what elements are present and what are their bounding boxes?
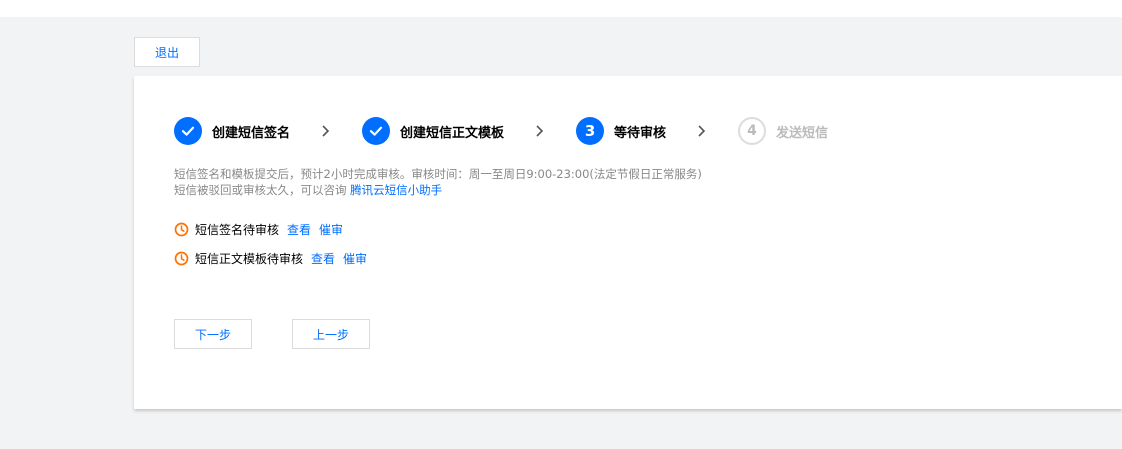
stepper: 创建短信签名 创建短信正文模板 3 等待审核 4 发送短信 — [174, 117, 828, 145]
view-signature-link[interactable]: 查看 — [287, 221, 311, 238]
urge-template-link[interactable]: 催审 — [343, 250, 367, 267]
check-icon — [174, 117, 202, 145]
step-label: 创建短信签名 — [212, 125, 291, 141]
clock-icon — [174, 251, 189, 266]
status-label: 短信签名待审核 — [195, 223, 280, 237]
step-label: 发送短信 — [776, 125, 829, 141]
step-label: 等待审核 — [614, 125, 667, 141]
next-step-button[interactable]: 下一步 — [174, 319, 252, 349]
urge-signature-link[interactable]: 催审 — [319, 221, 343, 238]
template-status-row: 短信正文模板待审核 查看 催审 — [174, 250, 367, 267]
step-label: 创建短信正文模板 — [400, 125, 505, 141]
top-bar — [0, 0, 1122, 17]
step-create-template: 创建短信正文模板 — [362, 117, 504, 145]
chevron-right-icon — [666, 124, 738, 138]
review-info: 短信签名和模板提交后，预计2小时完成审核。审核时间：周一至周日9:00-23:0… — [174, 166, 702, 198]
chevron-right-icon — [290, 124, 362, 138]
exit-button[interactable]: 退出 — [134, 37, 200, 67]
consult-prefix: 短信被驳回或审核太久，可以咨询 — [174, 183, 347, 197]
signature-status-row: 短信签名待审核 查看 催审 — [174, 221, 343, 238]
consult-text: 短信被驳回或审核太久，可以咨询 腾讯云短信小助手 — [174, 182, 702, 198]
step-number: 4 — [738, 117, 767, 145]
step-create-signature: 创建短信签名 — [174, 117, 290, 145]
prev-step-button[interactable]: 上一步 — [292, 319, 370, 349]
check-icon — [362, 117, 391, 145]
view-template-link[interactable]: 查看 — [311, 250, 335, 267]
status-label: 短信正文模板待审核 — [195, 252, 304, 266]
review-time-text: 短信签名和模板提交后，预计2小时完成审核。审核时间：周一至周日9:00-23:0… — [174, 167, 702, 181]
step-number: 3 — [576, 117, 605, 145]
step-await-review: 3 等待审核 — [576, 117, 666, 145]
sms-assistant-link[interactable]: 腾讯云短信小助手 — [350, 183, 442, 197]
clock-icon — [174, 222, 189, 237]
chevron-right-icon — [504, 124, 576, 138]
step-send-sms: 4 发送短信 — [738, 117, 828, 145]
main-card: 创建短信签名 创建短信正文模板 3 等待审核 4 发送短信 短信签名和模板提交后… — [134, 76, 1122, 409]
